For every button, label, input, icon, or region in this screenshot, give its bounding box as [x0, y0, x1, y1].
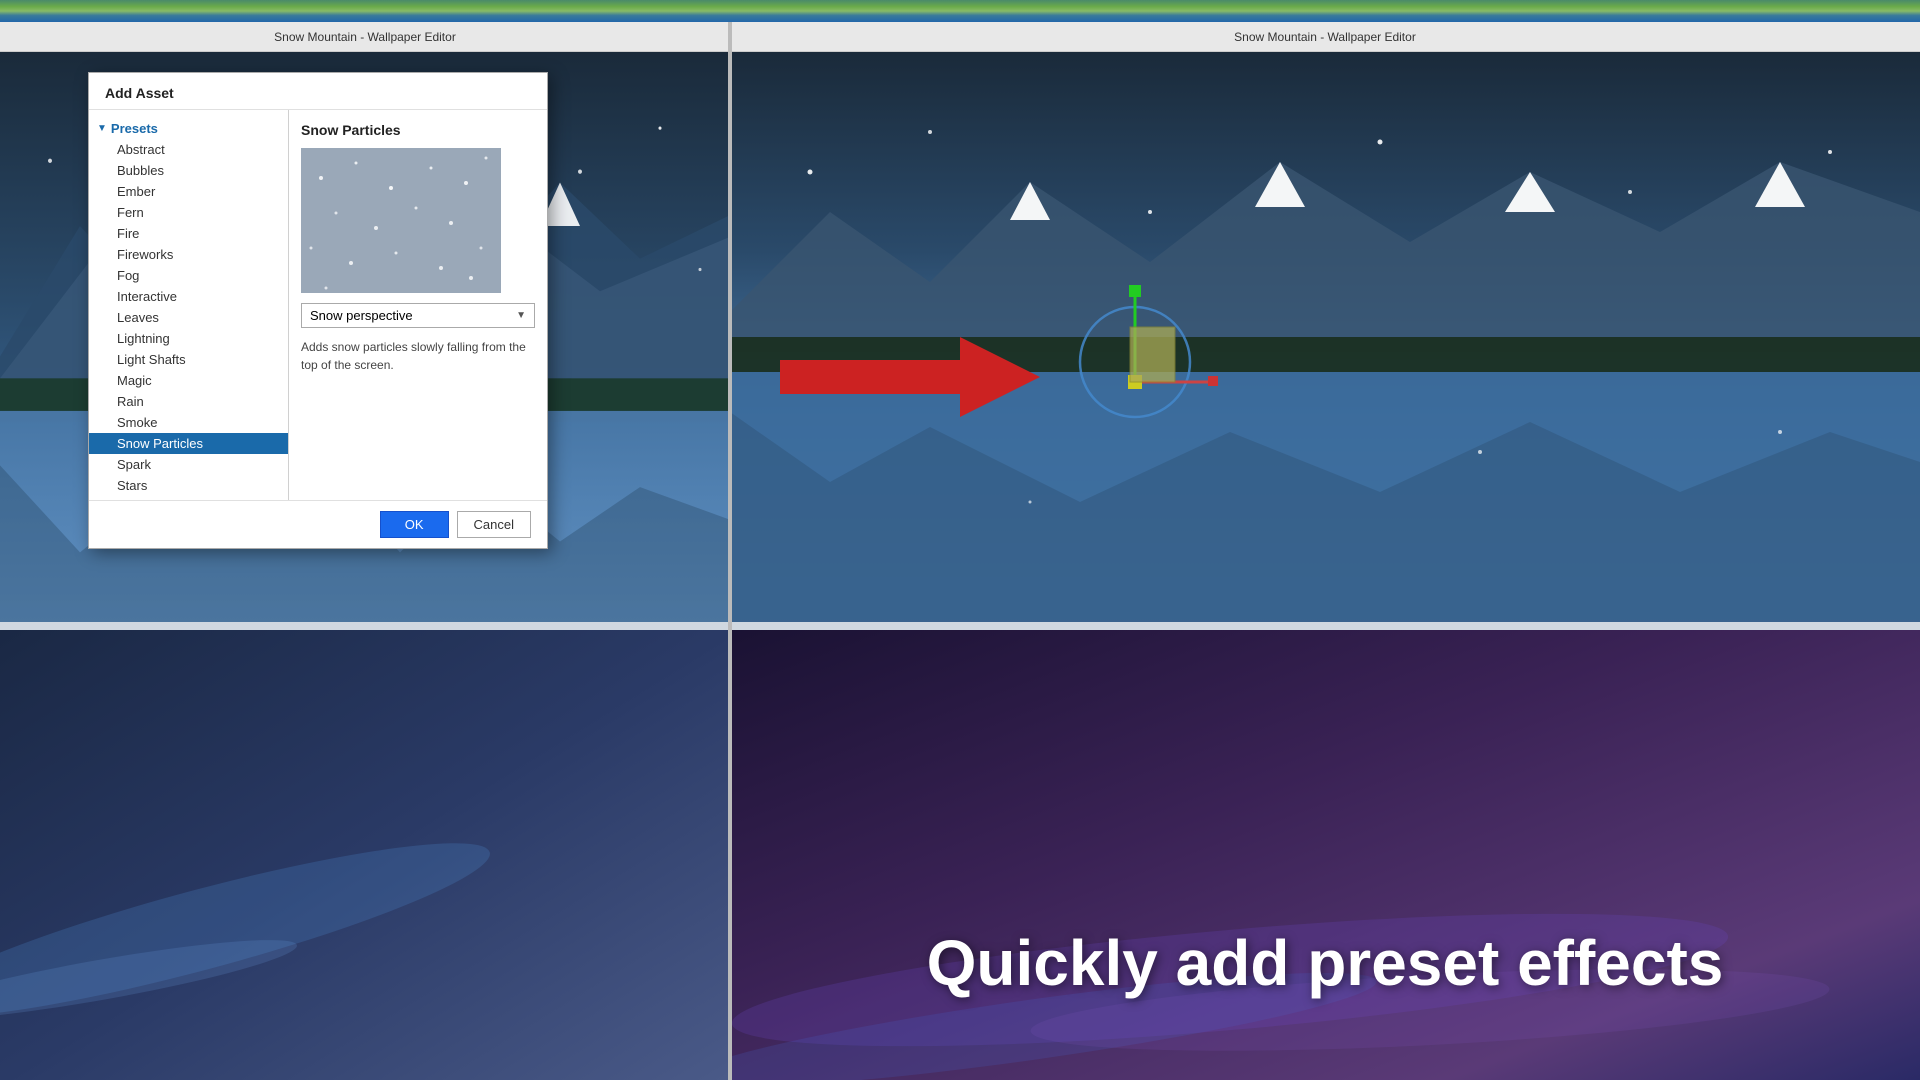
- dialog-overlay: Add Asset ▼ Presets Abstract Bubbles Emb…: [0, 52, 730, 622]
- presets-arrow: ▼: [97, 123, 107, 134]
- tree-item-leaves[interactable]: Leaves: [89, 307, 288, 328]
- tree-item-magic[interactable]: Magic: [89, 370, 288, 391]
- preview-description: Adds snow particles slowly falling from …: [301, 338, 535, 374]
- ok-button[interactable]: OK: [380, 511, 449, 538]
- tree-item-interactive[interactable]: Interactive: [89, 286, 288, 307]
- red-arrow-svg: [780, 332, 1040, 422]
- presets-label: Presets: [111, 121, 158, 136]
- title-bar-left: Snow Mountain - Wallpaper Editor: [0, 22, 730, 52]
- tree-item-rain[interactable]: Rain: [89, 391, 288, 412]
- transform-gizmo: [1050, 267, 1220, 437]
- bottom-left-panel: [0, 630, 730, 1080]
- top-decorative-bar: [0, 0, 1920, 22]
- tree-item-stars[interactable]: Stars: [89, 475, 288, 496]
- tree-item-smoke[interactable]: Smoke: [89, 412, 288, 433]
- renderables-label: Renderables: [111, 499, 189, 500]
- tree-item-fire[interactable]: Fire: [89, 223, 288, 244]
- tree-item-lightning[interactable]: Lightning: [89, 328, 288, 349]
- tree-item-bubbles[interactable]: Bubbles: [89, 160, 288, 181]
- bg-right-wallpaper: [730, 52, 1920, 622]
- tree-item-spark[interactable]: Spark: [89, 454, 288, 475]
- large-caption-text: Quickly add preset effects: [927, 927, 1724, 999]
- dialog-title: Add Asset: [89, 73, 547, 110]
- tree-panel: ▼ Presets Abstract Bubbles Ember Fern Fi…: [89, 110, 289, 500]
- preview-snow-svg: [301, 148, 501, 293]
- tree-item-fog[interactable]: Fog: [89, 265, 288, 286]
- horizontal-divider: [0, 622, 1920, 630]
- dialog-footer: OK Cancel: [89, 500, 547, 548]
- preview-image: [301, 148, 501, 293]
- title-left-text: Snow Mountain - Wallpaper Editor: [274, 30, 456, 44]
- renderables-section-header[interactable]: ▼ Renderables: [89, 496, 288, 500]
- tree-item-fern[interactable]: Fern: [89, 202, 288, 223]
- preset-dropdown[interactable]: Snow perspective ▼: [301, 303, 535, 328]
- dropdown-arrow-icon: ▼: [516, 310, 526, 321]
- tree-item-abstract[interactable]: Abstract: [89, 139, 288, 160]
- bottom-right-panel: Quickly add preset effects: [730, 630, 1920, 1080]
- bottom-left-bg: [0, 630, 730, 1080]
- tree-item-light-shafts[interactable]: Light Shafts: [89, 349, 288, 370]
- preview-panel: Snow Particles: [289, 110, 547, 500]
- add-asset-dialog: Add Asset ▼ Presets Abstract Bubbles Emb…: [88, 72, 548, 549]
- dropdown-row: Snow perspective ▼: [301, 303, 535, 328]
- cancel-button[interactable]: Cancel: [457, 511, 531, 538]
- presets-section-header[interactable]: ▼ Presets: [89, 118, 288, 139]
- bottom-right-bg: [730, 630, 1920, 1080]
- tree-item-fireworks[interactable]: Fireworks: [89, 244, 288, 265]
- tree-item-ember[interactable]: Ember: [89, 181, 288, 202]
- tree-item-snow-particles[interactable]: Snow Particles: [89, 433, 288, 454]
- dialog-body: ▼ Presets Abstract Bubbles Ember Fern Fi…: [89, 110, 547, 500]
- preset-dropdown-value: Snow perspective: [310, 308, 413, 323]
- title-bar-right: Snow Mountain - Wallpaper Editor: [730, 22, 1920, 52]
- preview-title: Snow Particles: [301, 122, 535, 138]
- title-right-text: Snow Mountain - Wallpaper Editor: [1234, 30, 1416, 44]
